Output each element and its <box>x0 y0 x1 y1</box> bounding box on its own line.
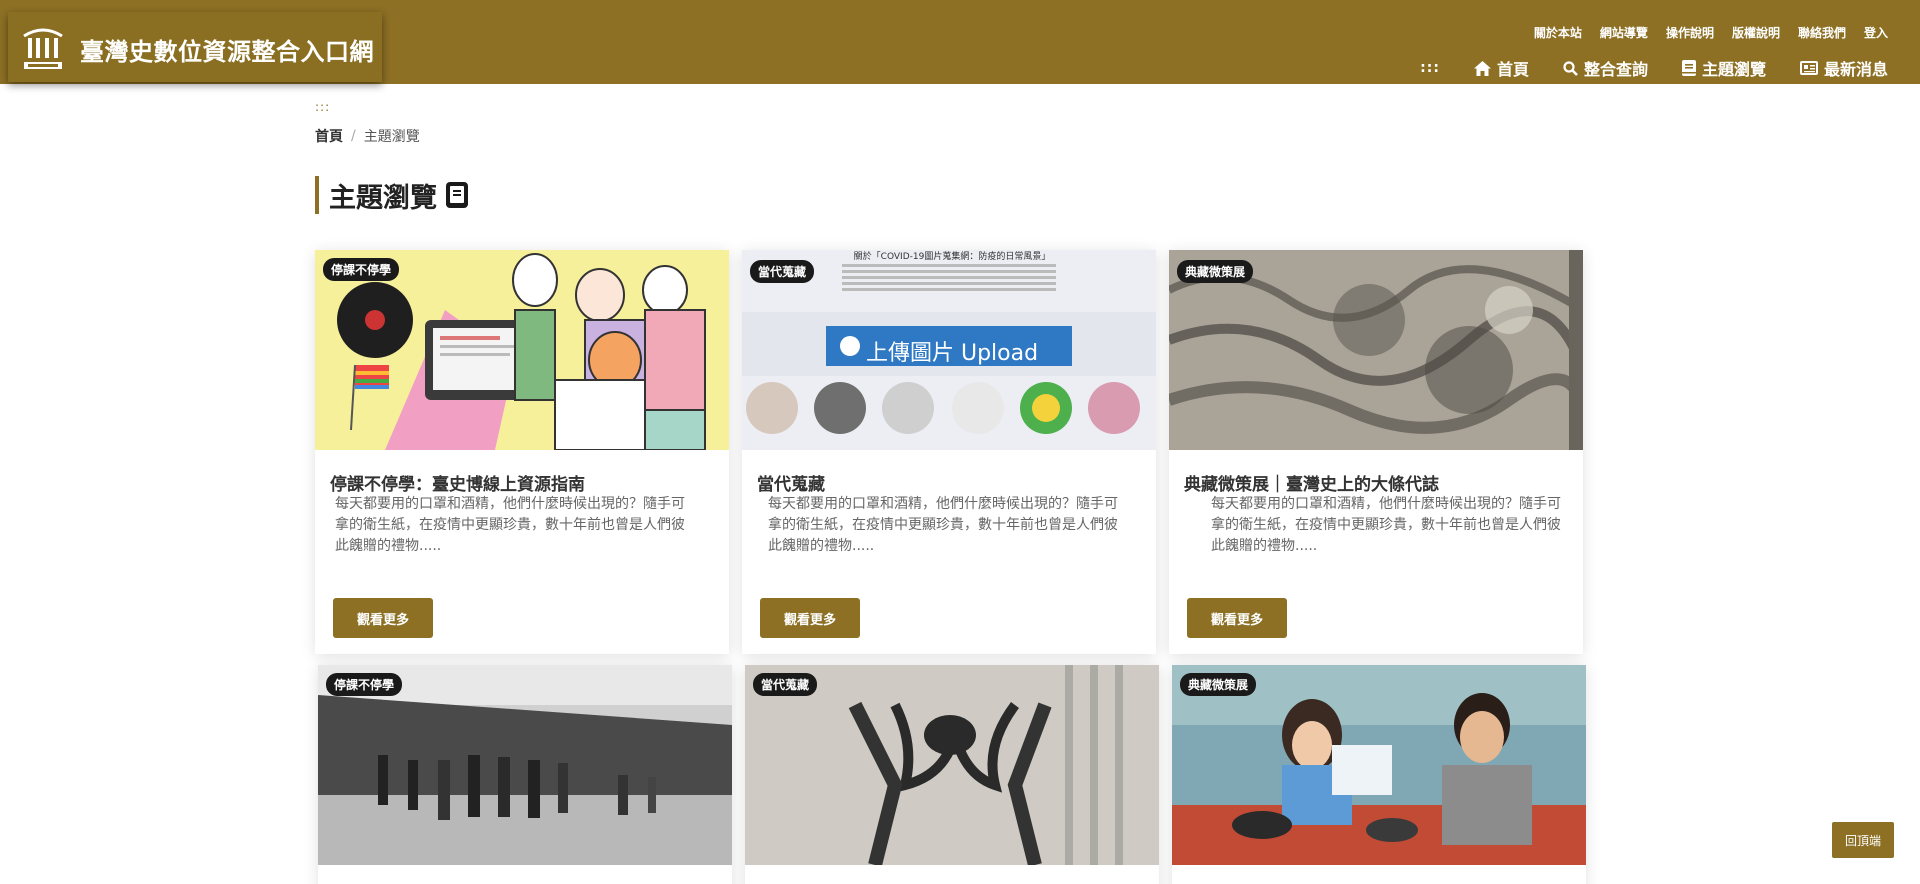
site-header: 臺灣史數位資源整合入口網 關於本站 網站導覽 操作說明 版權說明 聯絡我們 登入… <box>0 0 1920 84</box>
home-icon <box>1473 60 1491 76</box>
image-caption-heading: 關於「COVID-19圖片蒐集網：防疫的日常風景」 <box>853 252 1051 262</box>
link-copyright[interactable]: 版權說明 <box>1732 24 1780 41</box>
category-badge: 典藏微策展 <box>1177 260 1254 283</box>
card-title[interactable]: 當代蒐藏 <box>757 470 825 495</box>
card-description: 每天都要用的口罩和酒精，他們什麼時候出現的？隨手可拿的衛生紙，在疫情中更顯珍貴，… <box>335 496 685 554</box>
card-image-illustration[interactable]: 停課不停學 <box>315 250 729 450</box>
category-badge: 當代蒐藏 <box>753 673 818 696</box>
category-badge: 當代蒐藏 <box>750 260 815 283</box>
site-title[interactable]: 臺灣史數位資源整合入口網 <box>80 32 374 67</box>
nav-news[interactable]: 最新消息 <box>1799 56 1888 80</box>
nav-home[interactable]: 首頁 <box>1473 56 1529 80</box>
breadcrumb-current: 主題瀏覽 <box>363 129 420 145</box>
card-title[interactable]: 停課不停學：臺史博線上資源指南 <box>330 470 585 495</box>
link-contact[interactable]: 聯絡我們 <box>1798 24 1846 41</box>
newspaper-icon <box>1799 61 1818 75</box>
link-sitemap[interactable]: 網站導覽 <box>1600 24 1648 41</box>
card-image-photo[interactable]: 停課不停學 <box>318 665 732 865</box>
breadcrumb: 首頁 / 主題瀏覽 <box>315 126 420 146</box>
breadcrumb-home[interactable]: 首頁 <box>315 126 343 146</box>
link-about[interactable]: 關於本站 <box>1534 24 1582 41</box>
book-icon <box>1681 60 1696 76</box>
nav-search-label: 整合查詢 <box>1583 60 1648 79</box>
nav-search[interactable]: 整合查詢 <box>1563 56 1648 80</box>
card-image-screenshot[interactable]: 關於「COVID-19圖片蒐集網：防疫的日常風景」 上傳圖片 Upload 當代… <box>742 250 1156 450</box>
utility-links: 關於本站 網站導覽 操作說明 版權說明 聯絡我們 登入 <box>1534 24 1888 41</box>
category-badge: 典藏微策展 <box>1180 673 1257 696</box>
nav-accesskey[interactable]: ::: <box>1420 60 1440 76</box>
main-nav: ::: 首頁 整合查詢 主題瀏覽 最新消息 <box>1420 56 1888 80</box>
breadcrumb-separator: / <box>351 128 356 144</box>
site-logo-link[interactable]: 臺灣史數位資源整合入口網 <box>8 12 382 82</box>
nav-topics-label: 主題瀏覽 <box>1701 60 1766 79</box>
card-description: 每天都要用的口罩和酒精，他們什麼時候出現的？隨手可拿的衛生紙，在疫情中更顯珍貴，… <box>1211 496 1561 554</box>
card-image-painting[interactable]: 典藏微策展 <box>1172 665 1586 865</box>
museum-logo-icon <box>23 28 63 69</box>
page-heading: 主題瀏覽 <box>315 176 469 214</box>
category-badge: 停課不停學 <box>323 258 400 281</box>
topic-card: 典藏微策展 <box>1172 665 1586 884</box>
upload-image-button: 上傳圖片 Upload <box>866 341 1039 366</box>
link-help[interactable]: 操作說明 <box>1666 24 1714 41</box>
topic-card: 當代蒐藏 <box>745 665 1159 884</box>
nav-topics[interactable]: 主題瀏覽 <box>1681 56 1766 80</box>
card-title[interactable]: 典藏微策展｜臺灣史上的大條代誌 <box>1184 470 1439 495</box>
nav-home-label: 首頁 <box>1496 60 1529 79</box>
topic-card: 停課不停學 <box>318 665 732 884</box>
topic-card: 停課不停學 停課不停學：臺史博線上資源指南 每天都要用的口罩和酒精，他們什麼時候… <box>315 250 729 654</box>
topic-card: 典藏微策展 典藏微策展｜臺灣史上的大條代誌 每天都要用的口罩和酒精，他們什麼時候… <box>1169 250 1583 654</box>
view-more-button[interactable]: 觀看更多 <box>333 598 433 638</box>
topic-card: 關於「COVID-19圖片蒐集網：防疫的日常風景」 上傳圖片 Upload 當代… <box>742 250 1156 654</box>
link-login[interactable]: 登入 <box>1864 24 1888 41</box>
view-more-button[interactable]: 觀看更多 <box>1187 598 1287 638</box>
view-more-button[interactable]: 觀看更多 <box>760 598 860 638</box>
content-accesskey[interactable]: ::: <box>315 100 330 114</box>
category-badge: 停課不停學 <box>326 673 403 696</box>
page-title: 主題瀏覽 <box>329 182 437 214</box>
search-icon <box>1563 60 1578 76</box>
back-to-top-button[interactable]: 回頂端 <box>1832 822 1894 858</box>
card-description: 每天都要用的口罩和酒精，他們什麼時候出現的？隨手可拿的衛生紙，在疫情中更顯珍貴，… <box>768 496 1118 554</box>
card-image-poster[interactable]: 當代蒐藏 <box>745 665 1159 865</box>
book-icon <box>446 182 468 208</box>
card-image-engraving[interactable]: 典藏微策展 <box>1169 250 1583 450</box>
nav-news-label: 最新消息 <box>1823 60 1888 79</box>
